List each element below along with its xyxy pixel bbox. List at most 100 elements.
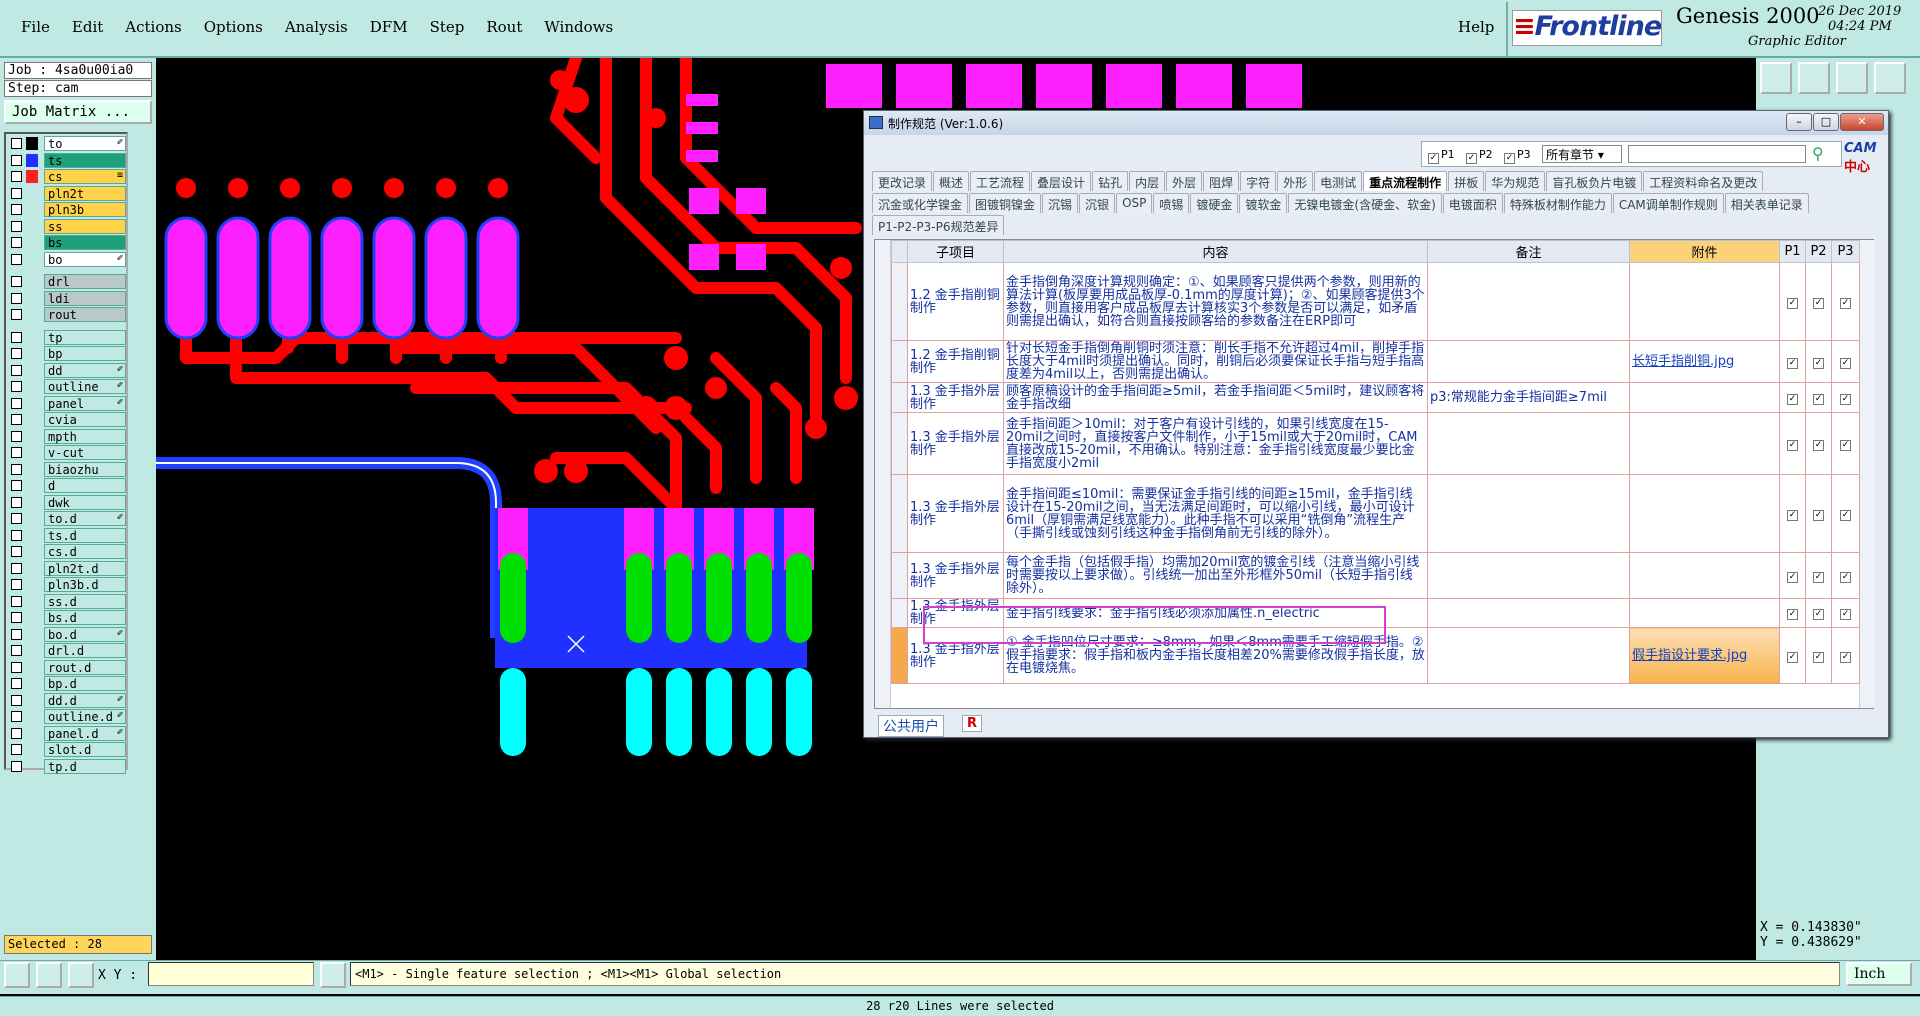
layer-checkbox[interactable] [11,204,22,215]
tab-item[interactable]: 相关表单记录 [1724,193,1809,213]
layer-checkbox[interactable] [11,292,22,304]
p1-checkbox[interactable]: ✓ [1787,439,1798,451]
p1-checkbox[interactable]: ✓ [1787,509,1798,521]
menu-step[interactable]: Step [419,18,476,36]
chapter-select[interactable]: 所有章节 ▾ [1542,145,1622,163]
filter-p3[interactable]: ✓ P3 [1504,148,1531,164]
col-sub[interactable]: 子项目 [907,240,1004,263]
search-input[interactable] [1628,145,1806,163]
tab-item[interactable]: 图镀铜镍金 [969,193,1042,213]
layer-name[interactable]: bp.d [44,676,126,691]
layer-name[interactable]: panel.d [44,725,126,741]
p2-checkbox[interactable]: ✓ [1813,571,1824,583]
cell-p2[interactable]: ✓ [1805,474,1832,553]
layer-checkbox[interactable] [11,364,22,376]
layer-checkbox[interactable] [11,331,22,343]
cell-p2[interactable]: ✓ [1805,412,1832,475]
layer-checkbox[interactable] [11,562,22,574]
layer-row[interactable]: v-cut [8,445,126,460]
layer-checkbox[interactable] [11,220,22,232]
layer-name[interactable]: cvia [44,412,126,427]
cell-p1[interactable]: ✓ [1779,340,1806,383]
layer-name[interactable]: ss.d [44,593,126,609]
minimize-icon[interactable]: – [1786,113,1812,131]
tab-item[interactable]: 电测试 [1314,171,1363,191]
tab-item[interactable]: 拼板 [1448,171,1485,191]
layer-checkbox[interactable] [11,309,22,320]
tab-item[interactable]: 镀软金 [1239,193,1288,213]
cell-p3[interactable]: ✓ [1831,552,1860,599]
layer-name[interactable]: bo [44,251,126,267]
layer-name[interactable]: mpth [44,428,126,444]
home-icon[interactable] [1836,62,1868,94]
tab-item[interactable]: 盲孔板负片电镀 [1546,171,1643,191]
layer-name[interactable]: pln3b.d [44,577,126,592]
cell-p1[interactable]: ✓ [1779,552,1806,599]
layer-checkbox[interactable] [11,579,22,590]
layer-name[interactable]: cs.d [44,544,126,559]
layer-row[interactable]: bs.d [8,610,126,625]
row-selector[interactable] [891,627,908,684]
layer-checkbox[interactable] [11,138,22,149]
menu-edit[interactable]: Edit [61,18,114,36]
dialog-titlebar[interactable]: 制作规范 (Ver:1.0.6) [864,111,1888,135]
save-icon[interactable] [1798,62,1830,94]
layer-row[interactable]: slot.d [8,742,126,757]
tab-item[interactable]: 外层 [1166,171,1203,191]
menu-file[interactable]: File [10,18,61,36]
layer-checkbox[interactable] [11,513,22,524]
layer-checkbox[interactable] [11,348,22,359]
layer-row[interactable]: cs.d [8,544,126,559]
layer-name[interactable]: pln3b [44,202,126,217]
cell-p2[interactable]: ✓ [1805,598,1832,628]
p3-checkbox[interactable]: ✓ [1840,609,1851,620]
cell-p3[interactable]: ✓ [1831,474,1860,553]
layer-row[interactable]: ss [8,218,126,234]
layer-checkbox[interactable] [11,237,22,248]
layer-checkbox[interactable] [11,744,22,755]
layer-row[interactable]: drl [8,274,126,289]
row-selector[interactable] [891,474,908,553]
cell-p1[interactable]: ✓ [1779,412,1806,475]
layer-row[interactable]: biaozhu [8,461,126,477]
layer-row[interactable]: panel ✐ [8,395,126,411]
row-selector[interactable] [891,412,908,475]
layer-row[interactable]: rout.d [8,659,126,675]
layer-checkbox[interactable] [11,711,22,722]
layer-row[interactable]: cvia [8,412,126,427]
cell-p3[interactable]: ✓ [1831,412,1860,475]
tab-item[interactable]: 钻孔 [1092,171,1129,191]
layer-row[interactable]: pln3b.d [8,577,126,592]
attachment-link[interactable]: 假手指设计要求.jpg [1632,648,1747,663]
col-attach[interactable]: 附件 [1629,240,1780,263]
layer-checkbox[interactable] [11,727,22,739]
p2-checkbox[interactable]: ✓ [1813,509,1824,521]
layer-row[interactable]: dwk [8,494,126,510]
layer-checkbox[interactable] [11,678,22,689]
menu-analysis[interactable]: Analysis [274,18,359,36]
p2-checkbox[interactable]: ✓ [1813,439,1824,451]
cell-p3[interactable]: ✓ [1831,262,1860,341]
layer-checkbox[interactable] [11,397,22,409]
layer-checkbox[interactable] [11,529,22,541]
table-row[interactable]: 1.2 金手指削铜制作 金手指倒角深度计算规则确定：①、如果顾客只提供两个参数，则… [891,262,1860,341]
layer-checkbox[interactable] [11,612,22,623]
layer-row[interactable]: panel.d ✐ [8,725,126,741]
layer-row[interactable]: cs ≡ [8,169,126,184]
p1-checkbox[interactable]: ✓ [1787,393,1798,405]
col-p1[interactable]: P1 [1779,240,1806,263]
job-matrix-button[interactable]: Job Matrix ... [4,100,152,124]
menu-options[interactable]: Options [193,18,274,36]
tab-item[interactable]: CAM调单制作规则 [1612,193,1724,213]
layer-row[interactable]: bp.d [8,676,126,691]
layer-checkbox[interactable] [11,760,22,772]
layer-row[interactable]: drl.d [8,643,126,658]
layer-row[interactable]: pln2t [8,185,126,201]
units-selector[interactable]: Inch [1846,962,1912,986]
cell-p2[interactable]: ✓ [1805,627,1832,684]
p2-checkbox[interactable]: ✓ [1813,651,1824,663]
layer-name[interactable]: dd [44,362,126,378]
info-icon[interactable] [320,962,346,988]
layer-name[interactable]: drl.d [44,643,126,658]
cell-p3[interactable]: ✓ [1831,382,1860,413]
